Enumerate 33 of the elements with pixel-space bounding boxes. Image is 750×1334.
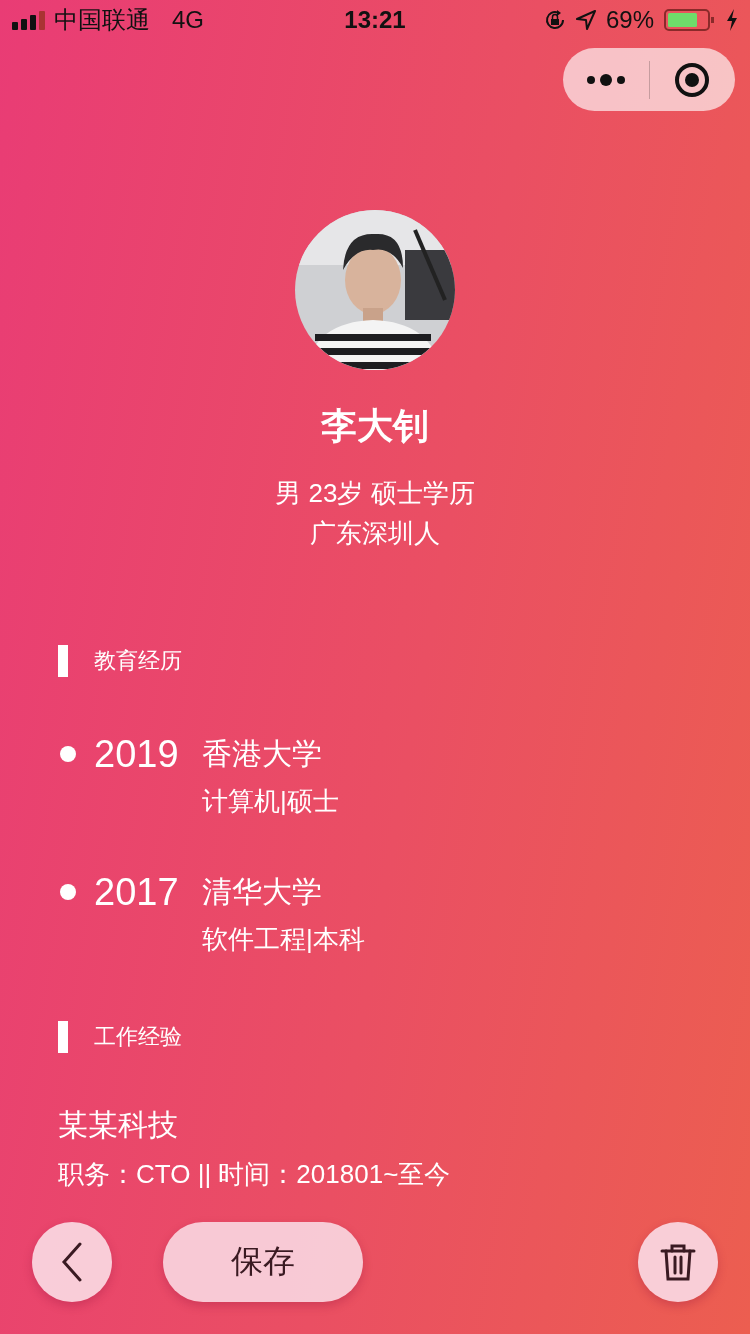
section-marker xyxy=(58,1021,68,1053)
bullet-dot xyxy=(60,746,76,762)
save-button[interactable]: 保存 xyxy=(163,1222,363,1302)
rotation-lock-icon xyxy=(543,9,566,31)
section-marker xyxy=(58,645,68,677)
profile-detail: 广东深圳人 xyxy=(310,517,440,550)
section-title: 教育经历 xyxy=(94,647,182,675)
education-year: 2019 xyxy=(94,732,180,777)
trash-icon xyxy=(660,1243,696,1281)
back-icon xyxy=(60,1242,84,1282)
clock: 13:21 xyxy=(344,6,406,34)
profile-detail: 男 23岁 硕士学历 xyxy=(275,477,475,510)
network-type: 4G xyxy=(172,6,204,34)
delete-button[interactable] xyxy=(638,1222,718,1302)
section-title: 工作经验 xyxy=(94,1023,182,1051)
school-name: 香港大学 xyxy=(202,736,323,772)
signal-icon xyxy=(12,10,46,30)
degree-detail: 计算机|硕士 xyxy=(202,785,339,818)
profile-name: 李大钊 xyxy=(321,404,429,448)
school-name: 清华大学 xyxy=(202,874,323,910)
close-icon[interactable] xyxy=(674,61,711,98)
degree-detail: 软件工程|本科 xyxy=(202,923,365,956)
carrier-name: 中国联通 xyxy=(54,5,150,35)
battery-icon xyxy=(664,8,716,32)
battery-percentage: 69% xyxy=(605,6,654,34)
charging-icon xyxy=(726,9,738,31)
more-icon[interactable] xyxy=(585,72,626,87)
bullet-dot xyxy=(60,884,76,900)
education-year: 2017 xyxy=(94,870,180,915)
back-button[interactable] xyxy=(32,1222,112,1302)
location-icon xyxy=(575,10,596,30)
company-name: 某某科技 xyxy=(58,1107,179,1143)
job-detail: 职务：CTO || 时间：201801~至今 xyxy=(58,1158,452,1191)
